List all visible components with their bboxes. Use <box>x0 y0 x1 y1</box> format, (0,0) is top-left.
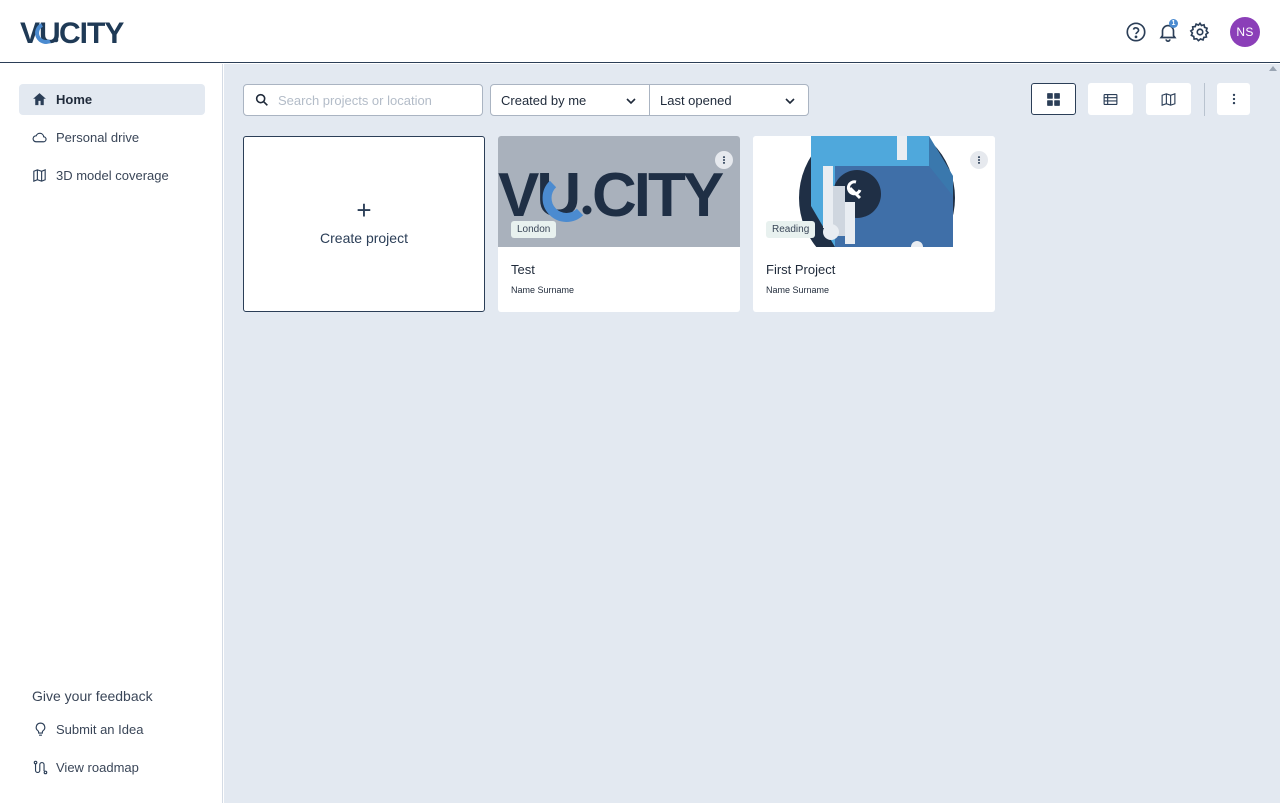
sidebar: Home Personal drive 3D model coverage Gi… <box>0 64 223 803</box>
more-options-button[interactable] <box>1217 83 1250 115</box>
location-tag: London <box>511 221 557 238</box>
header-actions: 1 NS <box>1120 16 1260 48</box>
chevron-down-icon <box>785 98 795 105</box>
user-avatar[interactable]: NS <box>1230 17 1260 47</box>
sidebar-item-label: Personal drive <box>56 130 140 145</box>
project-owner: Name Surname <box>766 285 830 295</box>
project-options-button[interactable] <box>970 151 988 169</box>
project-options-button[interactable] <box>715 151 733 169</box>
project-card[interactable]: VU CITY London Test Name Surname <box>498 136 740 312</box>
sidebar-item-3d-model-coverage[interactable]: 3D model coverage <box>19 160 205 191</box>
gear-icon <box>1189 21 1210 42</box>
owner-filter-select[interactable]: Created by me <box>490 84 650 116</box>
search-icon <box>255 93 268 106</box>
main-content: Created by me Last opened <box>224 64 1280 803</box>
project-title: First Project <box>766 262 836 277</box>
notification-badge: 1 <box>1169 19 1178 28</box>
top-header: VU CITY 1 NS <box>0 0 1280 63</box>
list-view-icon <box>1103 93 1118 105</box>
create-project-card[interactable]: + Create project <box>243 136 485 312</box>
sidebar-item-label: Home <box>56 92 93 107</box>
map-view-icon <box>1161 92 1176 106</box>
search-input[interactable] <box>278 92 468 108</box>
sort-value: Last opened <box>660 92 732 108</box>
svg-text:CITY: CITY <box>592 161 724 230</box>
grid-view-icon <box>1047 92 1060 106</box>
scrollbar-up-arrow[interactable] <box>1269 66 1277 71</box>
location-tag: Reading <box>766 221 816 238</box>
grid-view-button[interactable] <box>1031 83 1076 115</box>
more-vertical-icon <box>978 156 980 164</box>
cloud-icon <box>32 132 47 143</box>
submit-idea-label: Submit an Idea <box>56 722 144 737</box>
project-card[interactable]: Reading First Project Name Surname <box>753 136 995 312</box>
lightbulb-icon <box>35 722 46 736</box>
create-project-label: Create project <box>320 230 408 246</box>
help-icon <box>1126 22 1146 42</box>
map-view-button[interactable] <box>1146 83 1191 115</box>
owner-filter-value: Created by me <box>501 92 587 108</box>
project-owner: Name Surname <box>511 285 575 295</box>
help-button[interactable] <box>1120 16 1152 48</box>
vucity-logo[interactable]: VU CITY <box>20 17 138 47</box>
view-roadmap-label: View roadmap <box>56 760 139 775</box>
sidebar-item-personal-drive[interactable]: Personal drive <box>19 122 205 153</box>
plus-icon: + <box>356 195 372 225</box>
settings-button[interactable] <box>1184 16 1216 48</box>
svg-text:CITY: CITY <box>59 17 124 47</box>
sidebar-item-label: 3D model coverage <box>56 168 169 183</box>
map-coverage-icon <box>33 168 46 183</box>
notifications-button[interactable]: 1 <box>1152 16 1184 48</box>
submit-idea-link[interactable]: Submit an Idea <box>32 721 143 738</box>
project-title: Test <box>511 262 535 277</box>
more-vertical-icon <box>723 156 725 164</box>
project-thumbnail: VU CITY London <box>498 136 740 247</box>
sort-select[interactable]: Last opened <box>649 84 809 116</box>
feedback-heading: Give your feedback <box>32 688 153 704</box>
more-vertical-icon <box>1232 93 1235 105</box>
list-view-button[interactable] <box>1088 83 1133 115</box>
search-box[interactable] <box>243 84 483 116</box>
chevron-down-icon <box>626 98 636 105</box>
project-thumbnail: Reading <box>753 136 995 247</box>
toolbar-divider <box>1204 83 1205 116</box>
roadmap-icon <box>33 760 48 775</box>
home-icon <box>33 93 46 106</box>
svg-text:VU: VU <box>20 17 60 47</box>
sidebar-item-home[interactable]: Home <box>19 84 205 115</box>
view-roadmap-link[interactable]: View roadmap <box>32 759 139 776</box>
